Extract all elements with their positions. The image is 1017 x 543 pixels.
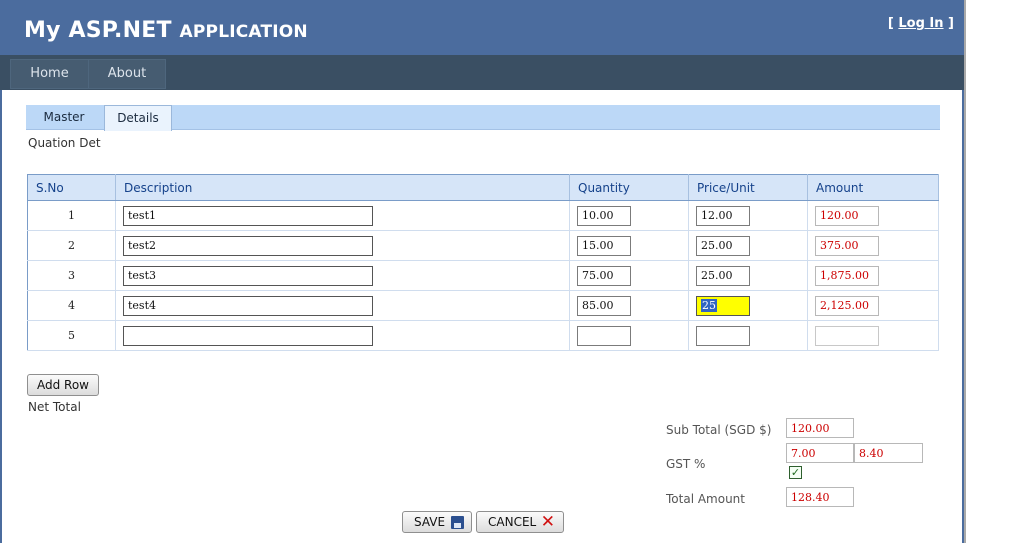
description-input[interactable] (123, 265, 373, 286)
description-cell (115, 200, 570, 231)
price-cell (688, 200, 808, 231)
login-link[interactable]: Log In (898, 16, 943, 31)
description-cell (115, 230, 570, 261)
tab-strip: Master Details (26, 105, 940, 131)
save-button-label: SAVE (414, 515, 446, 529)
price-cell: 25 (688, 290, 808, 321)
price-input-focused[interactable]: 25 (696, 295, 750, 316)
menu-item-home[interactable]: Home (10, 59, 89, 89)
login-bracket-open: [ (887, 16, 899, 31)
header-quantity: Quantity (569, 174, 689, 201)
price-cell (688, 230, 808, 261)
price-input[interactable] (696, 325, 750, 346)
details-grid: S.No Description Quantity Price/Unit Amo… (27, 174, 939, 351)
gst-rate-field[interactable] (786, 443, 854, 463)
quantity-cell (569, 320, 689, 351)
price-input[interactable] (696, 265, 750, 286)
selected-text: 25 (701, 298, 717, 312)
amount-cell (807, 230, 939, 261)
amount-cell (807, 260, 939, 291)
login-bracket-close: ] (943, 16, 954, 31)
description-input[interactable] (123, 205, 373, 226)
grid-header-row: S.No Description Quantity Price/Unit Amo… (27, 174, 939, 201)
table-row: 1 (27, 200, 939, 231)
tab-master[interactable]: Master (31, 105, 97, 129)
gst-amount-field (854, 443, 923, 463)
site-header: My ASP.NET Application [ Log In ] (0, 0, 964, 55)
amount-cell (807, 200, 939, 231)
total-amount-label: Total Amount (666, 492, 745, 506)
quantity-input[interactable] (577, 325, 631, 346)
subtotal-field (786, 418, 854, 438)
price-cell (688, 260, 808, 291)
main-menu: Home About (0, 55, 964, 90)
amount-field (815, 295, 879, 316)
quantity-input[interactable] (577, 295, 631, 316)
login-area: [ Log In ] (888, 16, 954, 31)
price-input[interactable] (696, 235, 750, 256)
quantity-input[interactable] (577, 265, 631, 286)
check-icon: ✓ (790, 466, 801, 479)
table-row: 5 (27, 320, 939, 351)
description-cell (115, 290, 570, 321)
amount-field (815, 265, 879, 286)
amount-cell (807, 290, 939, 321)
description-cell (115, 260, 570, 291)
cancel-button[interactable]: CANCEL ✕ (476, 511, 564, 533)
table-row: 2 (27, 230, 939, 261)
row-sno: 3 (27, 260, 116, 291)
total-amount-field (786, 487, 854, 507)
add-row-button[interactable]: Add Row (27, 374, 99, 396)
quantity-cell (569, 200, 689, 231)
save-button[interactable]: SAVE (402, 511, 472, 533)
quantity-cell (569, 260, 689, 291)
cancel-button-label: CANCEL (488, 515, 537, 529)
subtotal-label: Sub Total (SGD $) (666, 423, 772, 437)
quantity-input[interactable] (577, 235, 631, 256)
gst-checkbox[interactable]: ✓ (789, 466, 802, 479)
tab-details[interactable]: Details (104, 105, 172, 131)
gst-label: GST % (666, 457, 706, 471)
quantity-cell (569, 230, 689, 261)
table-row: 4 25 (27, 290, 939, 321)
quantity-cell (569, 290, 689, 321)
section-label: Quation Det (28, 136, 101, 150)
table-row: 3 (27, 260, 939, 291)
app-title-suffix: Application (179, 22, 308, 42)
price-cell (688, 320, 808, 351)
close-icon: ✕ (540, 512, 555, 532)
main-content: Master Details Quation Det S.No Descript… (2, 90, 962, 543)
description-input[interactable] (123, 295, 373, 316)
header-description: Description (115, 174, 570, 201)
header-price: Price/Unit (688, 174, 808, 201)
app-shell: My ASP.NET Application [ Log In ] Home A… (0, 0, 966, 543)
amount-field (815, 205, 879, 226)
menu-item-about[interactable]: About (88, 59, 166, 89)
header-sno: S.No (27, 174, 116, 201)
amount-cell (807, 320, 939, 351)
description-cell (115, 320, 570, 351)
app-title-main: My ASP.NET (24, 18, 180, 43)
floppy-disk-icon (451, 516, 464, 529)
description-input[interactable] (123, 235, 373, 256)
quantity-input[interactable] (577, 205, 631, 226)
amount-field (815, 235, 879, 256)
row-sno: 2 (27, 230, 116, 261)
row-sno: 1 (27, 200, 116, 231)
header-amount: Amount (807, 174, 939, 201)
row-sno: 4 (27, 290, 116, 321)
row-sno: 5 (27, 320, 116, 351)
amount-field (815, 325, 879, 346)
price-input[interactable] (696, 205, 750, 226)
net-total-label: Net Total (28, 400, 81, 414)
app-title: My ASP.NET Application (24, 18, 308, 43)
description-input[interactable] (123, 325, 373, 346)
